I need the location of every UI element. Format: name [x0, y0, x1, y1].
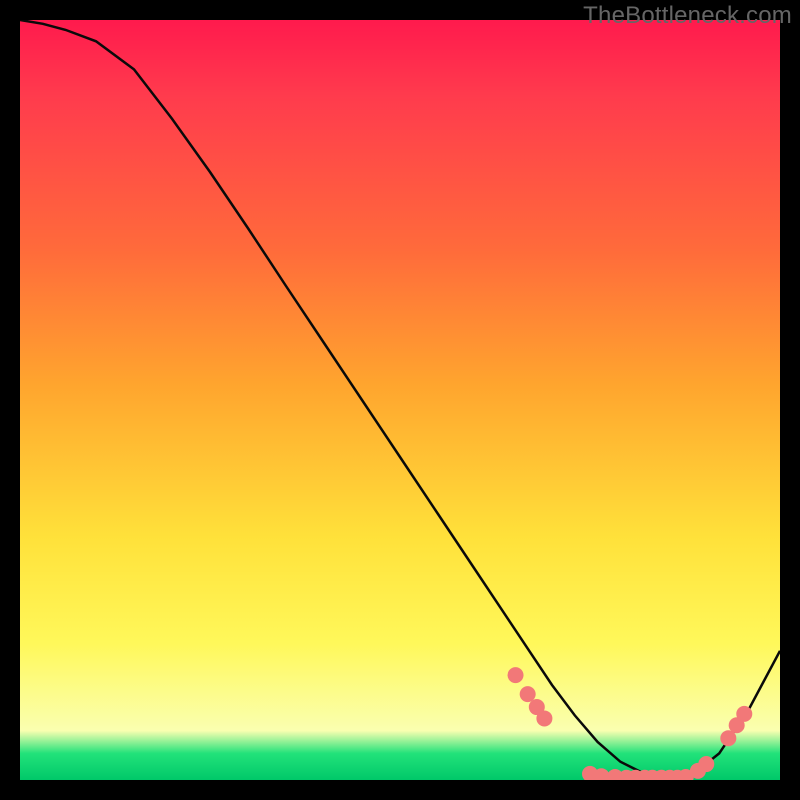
markers-group	[508, 667, 753, 780]
chart-svg	[20, 20, 780, 780]
marker-dot	[536, 710, 552, 726]
watermark-text: TheBottleneck.com	[583, 2, 792, 30]
chart-container: TheBottleneck.com	[0, 0, 800, 800]
marker-dot	[736, 706, 752, 722]
marker-dot	[508, 667, 524, 683]
marker-dot	[698, 756, 714, 772]
curve-path	[20, 20, 780, 778]
plot-area	[20, 20, 780, 780]
marker-dot	[520, 686, 536, 702]
